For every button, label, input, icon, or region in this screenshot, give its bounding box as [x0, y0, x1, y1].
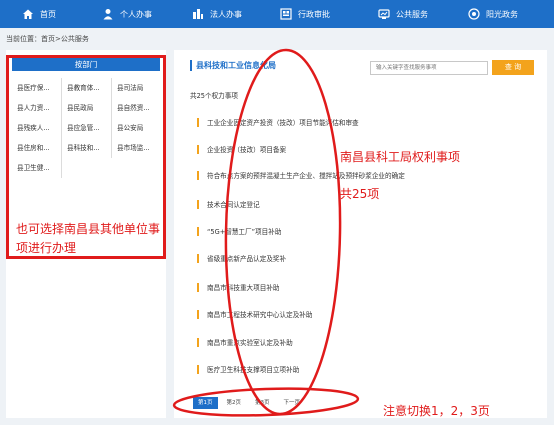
matter-item[interactable]: 南昌市重点实验室认定及补助 — [197, 337, 293, 347]
department-panel: 按部门 县医疗保... 县教育体... 县司法局 县人力资... 县民政局 县自… — [6, 50, 166, 418]
nav-personal[interactable]: 个人办事 — [102, 0, 192, 28]
matter-item[interactable]: 符合布点方案的预拌混凝土生产企业、搅拌站及预拌砂浆企业的确定 — [197, 170, 405, 180]
nav-sunshine-label: 阳光政务 — [486, 9, 518, 19]
nav-public-service[interactable]: 公共服务 — [378, 0, 468, 28]
sun-icon — [468, 8, 480, 20]
matter-label: 企业投资（技改）项目备案 — [207, 146, 287, 154]
department-item[interactable]: 县住房和... — [12, 138, 62, 158]
item-marker — [197, 226, 199, 236]
annotation-other-units: 也可选择南昌县其他单位事项进行办理 — [16, 222, 161, 255]
total-count: 共25个权力事项 — [190, 92, 238, 100]
panel-title: 县科技和工业信息化局 — [190, 60, 276, 71]
matter-label: 南昌市工程技术研究中心认定及补助 — [207, 311, 313, 319]
matter-item[interactable]: 省级重点新产品认定及奖补 — [197, 253, 286, 263]
department-item[interactable]: 县民政局 — [62, 98, 112, 118]
top-nav: 首页 个人办事 法人办事 行政审批 公共服务 阳光政务 — [0, 0, 554, 28]
pagination: 第1页 第2页 第3页 下一页 — [193, 397, 309, 409]
department-item[interactable]: 县医疗保... — [12, 78, 62, 98]
nav-home-label: 首页 — [40, 9, 56, 19]
item-marker — [197, 170, 199, 180]
department-item[interactable]: 县市场监... — [112, 138, 162, 158]
nav-home[interactable]: 首页 — [22, 0, 102, 28]
department-item[interactable]: 县应急管... — [62, 118, 112, 138]
matter-label: “5G+智慧工厂”项目补助 — [207, 228, 282, 236]
matter-item[interactable]: 工业企业固定资产投资（技改）项目节能评估和审查 — [197, 117, 359, 127]
building-icon — [192, 8, 204, 20]
item-marker — [197, 253, 199, 263]
annotation-matters-count: 共25项 — [340, 187, 380, 201]
nav-public-service-label: 公共服务 — [396, 9, 428, 19]
next-page-button[interactable]: 下一页 — [279, 397, 306, 409]
department-item[interactable]: 县教育体... — [62, 78, 112, 98]
matter-label: 符合布点方案的预拌混凝土生产企业、搅拌站及预拌砂浆企业的确定 — [207, 172, 405, 180]
annotation-pager-note: 注意切换1，2，3页 — [383, 404, 490, 418]
department-tab[interactable]: 按部门 — [12, 58, 160, 71]
person-icon — [102, 8, 114, 20]
department-item[interactable]: 县残疾人... — [12, 118, 62, 138]
page-3-button[interactable]: 第3页 — [250, 397, 275, 409]
department-item[interactable]: 县人力资... — [12, 98, 62, 118]
breadcrumb: 当前位置：首页>公共服务 — [6, 35, 89, 43]
matter-item[interactable]: 南昌市工程技术研究中心认定及补助 — [197, 309, 313, 319]
department-item[interactable]: 县自然资... — [112, 98, 162, 118]
department-item[interactable]: 县司法局 — [112, 78, 162, 98]
matter-item[interactable]: 技术合同认定登记 — [197, 199, 260, 209]
item-marker — [197, 117, 199, 127]
matter-item[interactable]: “5G+智慧工厂”项目补助 — [197, 226, 281, 236]
matter-label: 技术合同认定登记 — [207, 201, 260, 209]
annotation-matters-title: 南昌县科工局权利事项 — [340, 150, 461, 164]
nav-personal-label: 个人办事 — [120, 9, 152, 19]
item-marker — [197, 282, 199, 292]
nav-sunshine[interactable]: 阳光政务 — [468, 0, 548, 28]
matter-label: 南昌市科技重大项目补助 — [207, 284, 280, 292]
item-marker — [197, 144, 199, 154]
nav-legal-label: 法人办事 — [210, 9, 242, 19]
matter-item[interactable]: 医疗卫生科技支撑项目立项补助 — [197, 364, 299, 374]
matter-item[interactable]: 企业投资（技改）项目备案 — [197, 144, 286, 154]
matter-label: 南昌市重点实验室认定及补助 — [207, 339, 293, 347]
matters-panel: 县科技和工业信息化局 查 询 共25个权力事项 工业企业固定资产投资（技改）项目… — [174, 50, 547, 418]
public-service-icon — [378, 8, 390, 20]
item-marker — [197, 199, 199, 209]
department-item[interactable]: 县卫生健... — [12, 158, 62, 178]
item-marker — [197, 337, 199, 347]
department-item[interactable]: 县科技和... — [62, 138, 112, 158]
matter-label: 工业企业固定资产投资（技改）项目节能评估和审查 — [207, 119, 359, 127]
nav-approval-label: 行政审批 — [298, 9, 330, 19]
department-item[interactable]: 县公安局 — [112, 118, 162, 138]
department-grid: 县医疗保... 县教育体... 县司法局 县人力资... 县民政局 县自然资..… — [12, 78, 162, 178]
nav-legal[interactable]: 法人办事 — [192, 0, 280, 28]
item-marker — [197, 309, 199, 319]
matter-label: 省级重点新产品认定及奖补 — [207, 255, 287, 263]
nav-approval[interactable]: 行政审批 — [280, 0, 378, 28]
item-marker — [197, 364, 199, 374]
page-1-button[interactable]: 第1页 — [193, 397, 218, 409]
approval-icon — [280, 8, 292, 20]
page-2-button[interactable]: 第2页 — [222, 397, 247, 409]
home-icon — [22, 8, 34, 20]
search-input[interactable] — [370, 61, 488, 75]
matter-item[interactable]: 南昌市科技重大项目补助 — [197, 282, 280, 292]
matter-label: 医疗卫生科技支撑项目立项补助 — [207, 366, 300, 374]
search-button[interactable]: 查 询 — [492, 60, 534, 75]
